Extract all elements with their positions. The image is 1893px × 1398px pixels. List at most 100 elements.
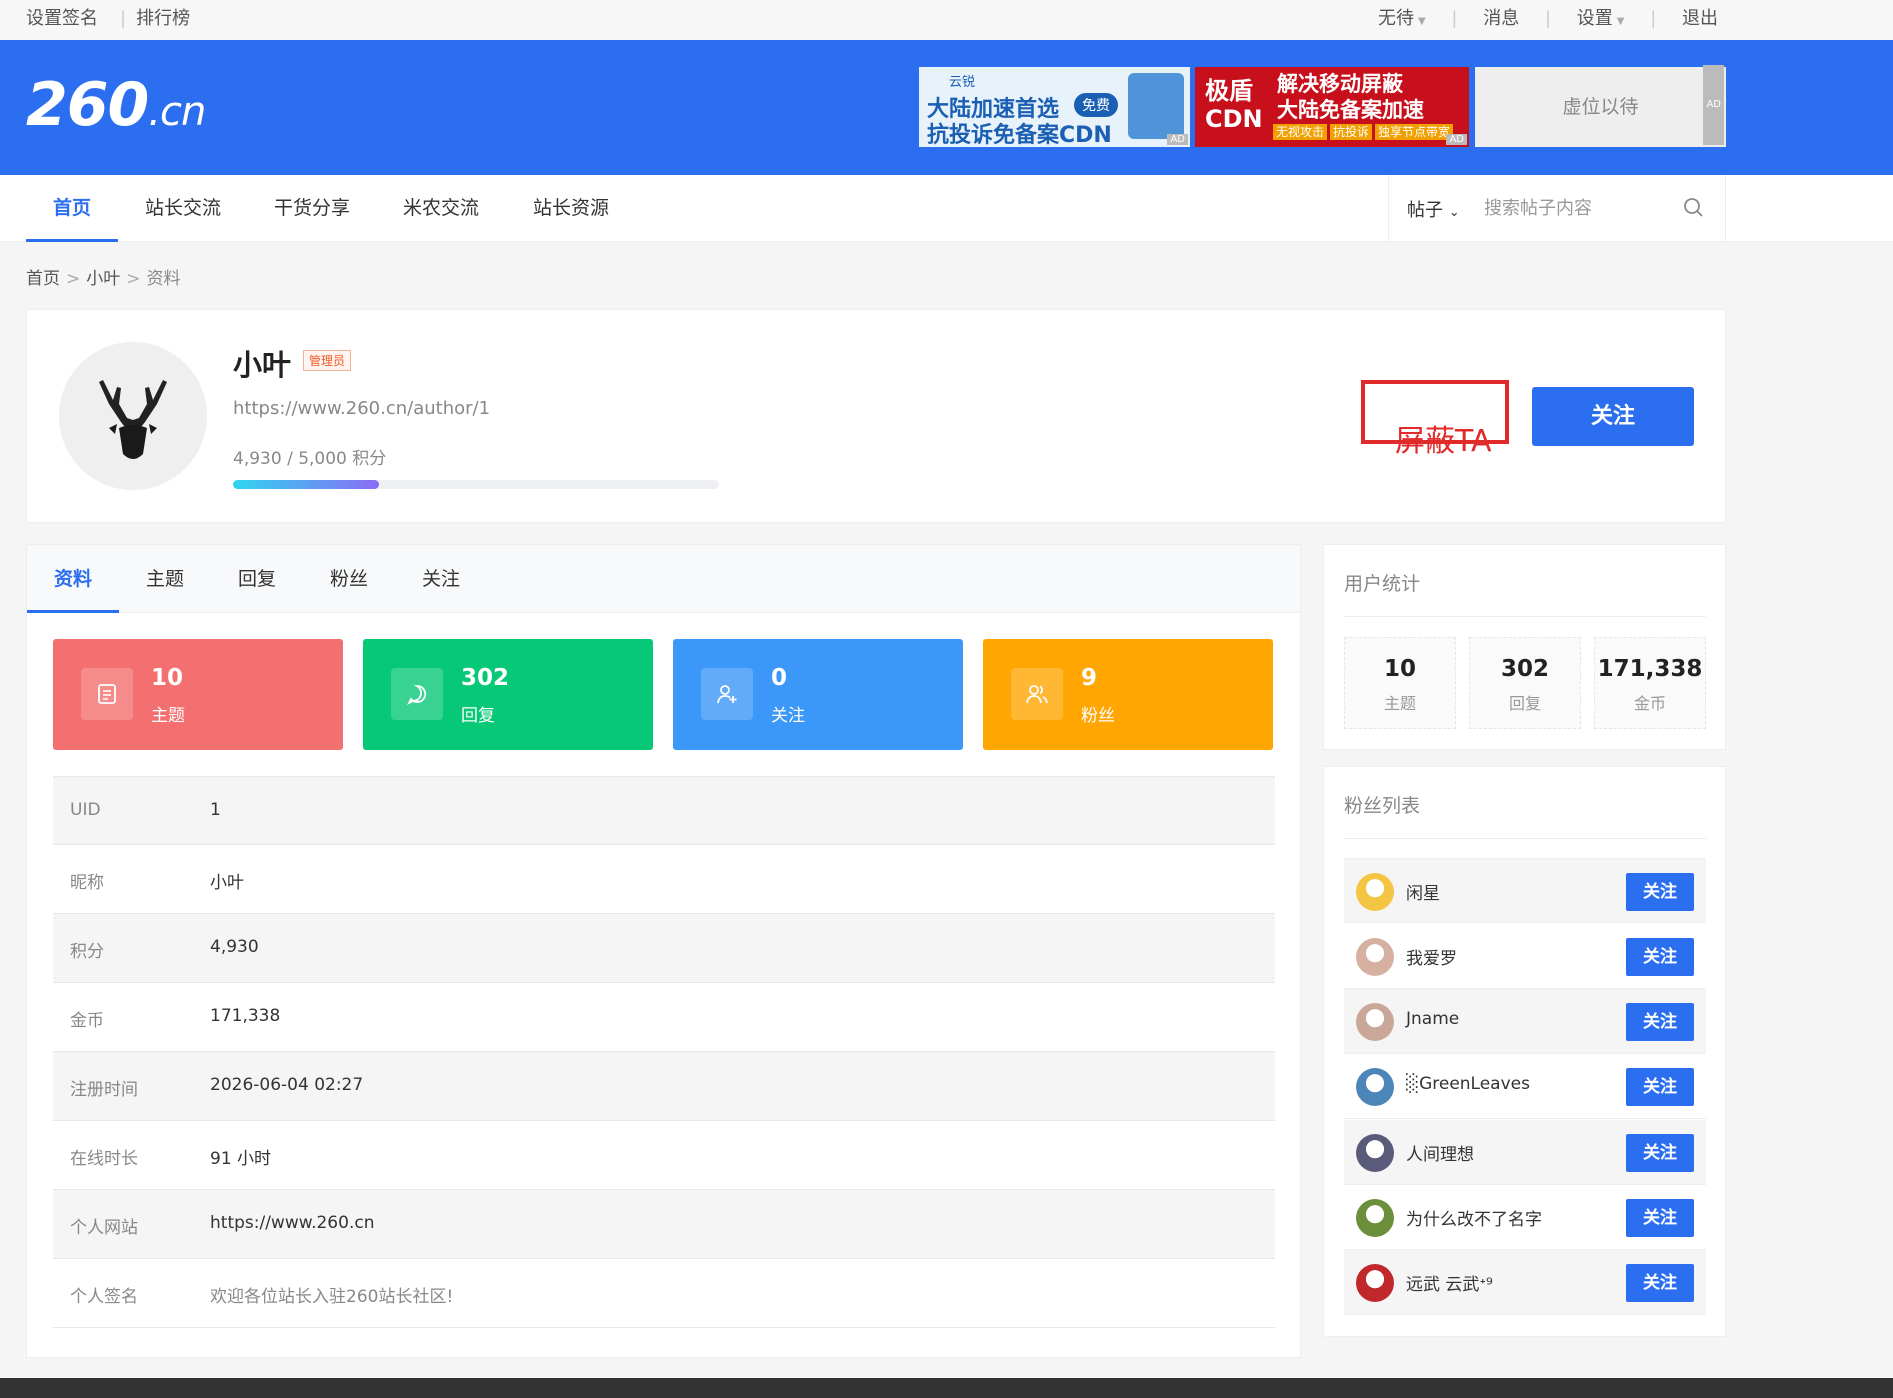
stat-card-following[interactable]: 0 关注 <box>673 639 963 750</box>
user-add-icon <box>701 668 753 720</box>
stat-number: 171,338 <box>1597 656 1703 682</box>
ad-banner-jidun[interactable]: 极盾 CDN 解决移动屏蔽 大陆免备案加速 无视攻击 抗投诉 独享节点带宽 AD <box>1195 67 1469 147</box>
block-user-label: 屏蔽TA <box>1395 424 1492 459</box>
deer-avatar-image <box>59 342 207 490</box>
search-input[interactable] <box>1484 193 1664 223</box>
fan-avatar[interactable] <box>1356 873 1394 911</box>
stat-card-number: 0 <box>771 665 788 691</box>
chat-icon <box>391 668 443 720</box>
ad-brand: 极盾 CDN <box>1205 77 1263 133</box>
stat-card-replies[interactable]: 302 回复 <box>363 639 653 750</box>
ad-tag: AD <box>1703 65 1724 145</box>
stat-card-label: 回复 <box>461 706 495 726</box>
ad-placeholder[interactable]: 虚位以待 AD <box>1475 65 1726 147</box>
ad-banner-cdn[interactable]: 云锐 大陆加速首选 免费 抗投诉免备案CDN AD <box>919 67 1190 148</box>
fan-avatar[interactable] <box>1356 1068 1394 1106</box>
search-icon[interactable] <box>1683 197 1703 217</box>
ad-chips: 无视攻击 抗投诉 独享节点带宽 <box>1273 123 1456 140</box>
info-row-registered: 注册时间 2026-06-04 02:27 <box>53 1052 1275 1121</box>
fan-name[interactable]: 人间理想 <box>1406 1140 1474 1165</box>
footer <box>0 1378 1893 1398</box>
ad-line2: 大陆免备案加速 <box>1277 98 1424 122</box>
ranking-link[interactable]: 排行榜 <box>136 8 190 29</box>
ad-brand-line2: CDN <box>1205 105 1263 133</box>
settings-menu[interactable]: 设置 ▼ <box>1577 8 1625 29</box>
messages-link[interactable]: 消息 <box>1483 8 1519 29</box>
stat-number: 302 <box>1500 656 1549 682</box>
fan-item[interactable]: 闲星 关注 <box>1344 858 1706 923</box>
fan-name[interactable]: 远武 云武ᐩ⁹ <box>1406 1270 1493 1295</box>
fan-follow-button[interactable]: 关注 <box>1626 1199 1694 1237</box>
set-signature-link[interactable]: 设置签名 <box>26 8 98 29</box>
breadcrumb-current: 资料 <box>146 269 181 289</box>
fan-name[interactable]: 为什么改不了名字 <box>1406 1205 1542 1230</box>
fan-avatar[interactable] <box>1356 1199 1394 1237</box>
tab-topics[interactable]: 主题 <box>146 545 184 613</box>
info-value[interactable]: https://www.260.cn <box>210 1213 374 1233</box>
info-row-nickname: 昵称 小叶 <box>53 845 1275 914</box>
fan-avatar[interactable] <box>1356 938 1394 976</box>
divider <box>1344 616 1706 617</box>
info-value: 171,338 <box>210 1006 281 1026</box>
nav-webmaster-exchange[interactable]: 站长交流 <box>145 175 221 242</box>
fan-item[interactable]: 远武 云武ᐩ⁹ 关注 <box>1344 1250 1706 1315</box>
breadcrumb-home[interactable]: 首页 <box>26 269 60 289</box>
site-logo[interactable]: 260.cn <box>26 70 206 140</box>
nav-domain-exchange[interactable]: 米农交流 <box>403 175 479 242</box>
divider: | <box>1451 8 1458 29</box>
user-url[interactable]: https://www.260.cn/author/1 <box>233 398 490 419</box>
divider: | <box>1650 8 1657 29</box>
fan-follow-button[interactable]: 关注 <box>1626 1068 1694 1106</box>
fan-item[interactable]: 为什么改不了名字 关注 <box>1344 1185 1706 1250</box>
tab-fans[interactable]: 粉丝 <box>330 545 368 613</box>
fan-item[interactable]: Jname 关注 <box>1344 989 1706 1054</box>
user-menu[interactable]: 无待 ▼ <box>1378 8 1426 29</box>
fan-follow-button[interactable]: 关注 <box>1626 1134 1694 1172</box>
ad-tag: AD <box>1446 134 1467 145</box>
fan-item[interactable]: 我爱罗 关注 <box>1344 924 1706 989</box>
fan-avatar[interactable] <box>1356 1264 1394 1302</box>
user-name: 小叶 <box>233 348 292 382</box>
stat-box-topics: 10 主题 <box>1344 637 1456 729</box>
tab-following[interactable]: 关注 <box>422 545 460 613</box>
fan-avatar[interactable] <box>1356 1003 1394 1041</box>
fan-item[interactable]: 人间理想 关注 <box>1344 1120 1706 1185</box>
stat-card-number: 302 <box>461 665 510 691</box>
search-scope-label: 帖子 <box>1407 200 1443 221</box>
fan-avatar[interactable] <box>1356 1134 1394 1172</box>
fan-name[interactable]: 我爱罗 <box>1406 944 1457 969</box>
breadcrumb-user[interactable]: 小叶 <box>86 269 120 289</box>
nav-webmaster-resources[interactable]: 站长资源 <box>533 175 609 242</box>
user-stats-panel: 用户统计 10 主题 302 回复 171,338 金币 <box>1323 544 1726 750</box>
stat-card-topics[interactable]: 10 主题 <box>53 639 343 750</box>
info-key: 金币 <box>70 1011 104 1031</box>
fans-list-panel: 粉丝列表 闲星 关注 我爱罗 关注 Jname 关注 ░GreenLeaves 关注 人… <box>1323 766 1726 1337</box>
fan-follow-button[interactable]: 关注 <box>1626 1264 1694 1302</box>
fan-name[interactable]: Jname <box>1406 1009 1459 1029</box>
fan-name[interactable]: 闲星 <box>1406 879 1440 904</box>
user-avatar[interactable] <box>59 342 207 490</box>
logout-link[interactable]: 退出 <box>1682 8 1718 29</box>
follow-button[interactable]: 关注 <box>1532 387 1694 446</box>
nav-home[interactable]: 首页 <box>26 175 119 242</box>
tab-profile[interactable]: 资料 <box>27 545 120 613</box>
info-row-online-time: 在线时长 91 小时 <box>53 1121 1275 1190</box>
stat-card-label: 关注 <box>771 706 805 726</box>
fan-item[interactable]: ░GreenLeaves 关注 <box>1344 1054 1706 1119</box>
fan-follow-button[interactable]: 关注 <box>1626 873 1694 911</box>
fan-follow-button[interactable]: 关注 <box>1626 938 1694 976</box>
fan-name[interactable]: ░GreenLeaves <box>1406 1074 1530 1094</box>
block-user-button[interactable]: 屏蔽TA <box>1361 380 1509 459</box>
stat-box-replies: 302 回复 <box>1469 637 1581 729</box>
fan-follow-button[interactable]: 关注 <box>1626 1003 1694 1041</box>
user-points: 4,930 / 5,000 积分 <box>233 449 387 469</box>
nav-tips-share[interactable]: 干货分享 <box>274 175 350 242</box>
top-bar: 设置签名 | 排行榜 无待 ▼ | 消息 | 设置 ▼ | 退出 <box>0 0 1893 40</box>
search-scope-select[interactable]: 帖子 ⌄ <box>1407 196 1460 222</box>
chevron-right-icon: > <box>66 269 81 289</box>
stat-card-fans[interactable]: 9 粉丝 <box>983 639 1273 750</box>
tab-replies[interactable]: 回复 <box>238 545 276 613</box>
info-key: 个人签名 <box>70 1287 138 1307</box>
chevron-down-icon: ⌄ <box>1448 205 1460 220</box>
info-row-website: 个人网站 https://www.260.cn <box>53 1190 1275 1259</box>
